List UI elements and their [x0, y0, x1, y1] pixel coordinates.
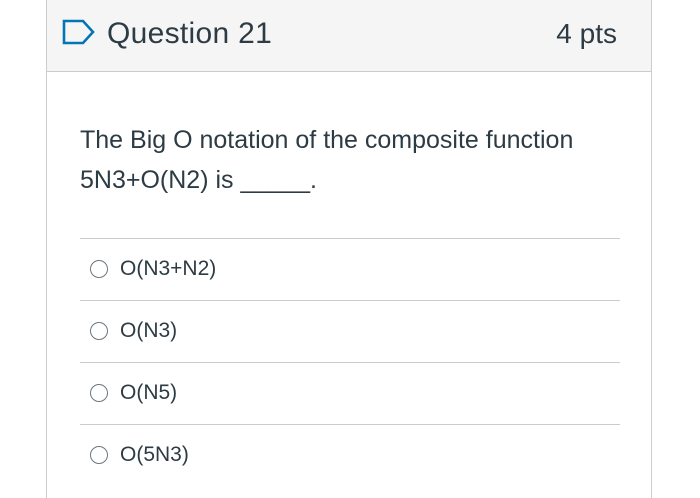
answer-option-3[interactable]: O(N5) — [80, 362, 620, 424]
answer-option-2[interactable]: O(N3) — [80, 300, 620, 362]
answer-label: O(N3+N2) — [120, 257, 217, 280]
radio-button-icon[interactable] — [90, 384, 108, 402]
answer-label: O(N3) — [120, 319, 178, 342]
question-title: Question 21 — [107, 17, 273, 50]
radio-button-icon[interactable] — [90, 260, 108, 278]
answer-option-1[interactable]: O(N3+N2) — [80, 238, 620, 300]
flag-outline-icon[interactable] — [61, 18, 97, 46]
answer-option-4[interactable]: O(5N3) — [80, 424, 620, 486]
answer-list: O(N3+N2) O(N3) O(N5) O(5N3) — [80, 238, 620, 486]
question-card: Question 21 4 pts The Big O notation of … — [46, 0, 652, 498]
question-text-line-2: 5N3+O(N2) is _____. — [80, 166, 317, 194]
radio-button-icon[interactable] — [90, 446, 108, 464]
question-text: The Big O notation of the composite func… — [80, 120, 620, 200]
radio-button-icon[interactable] — [90, 322, 108, 340]
question-header: Question 21 4 pts — [47, 0, 651, 72]
answer-label: O(5N3) — [120, 443, 189, 466]
answer-label: O(N5) — [120, 381, 178, 404]
question-points: 4 pts — [556, 18, 617, 49]
question-text-line-1: The Big O notation of the composite func… — [80, 126, 574, 154]
